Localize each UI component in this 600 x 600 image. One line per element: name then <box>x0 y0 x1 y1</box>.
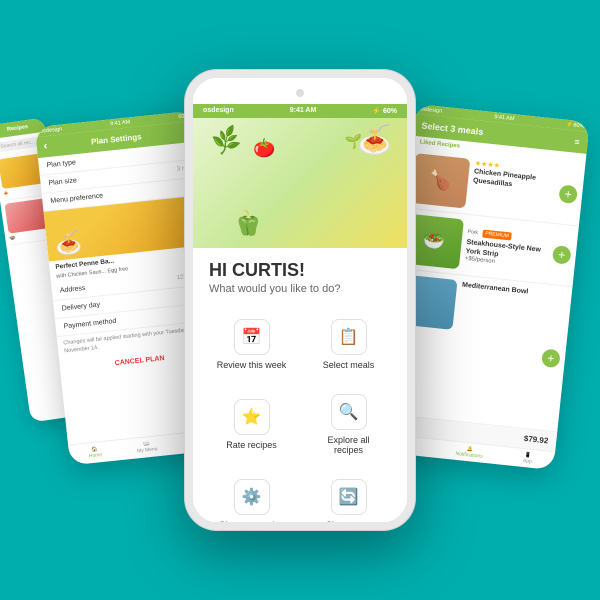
nav-home-small[interactable]: 🏠Home <box>88 446 103 459</box>
review-action[interactable]: 📅 Review this week <box>207 311 296 378</box>
select-icon: 📋 <box>331 319 367 355</box>
meal-name-3: Mediterranean Bowl <box>462 281 545 299</box>
main-carrier: osdesign <box>203 107 234 115</box>
meals-title: Select 3 meals <box>421 121 484 137</box>
nav-menu-small[interactable]: 📖My Menu <box>136 440 158 454</box>
meal-info-2: Pork PREMIUM Steakhouse-Style New York S… <box>464 220 551 278</box>
meal-image-1 <box>410 153 470 208</box>
delivery-label: Change my delivery day <box>312 520 385 522</box>
rate-label: Rate recipes <box>226 440 277 450</box>
meals-time: 9:41 AM <box>494 114 515 122</box>
explore-icon: 🔍 <box>331 394 367 430</box>
meal-info-3: Mediterranean Bowl <box>448 281 544 424</box>
meals-battery: ⚡60% <box>566 122 584 130</box>
greeting-text: HI CURTIS! <box>209 260 391 281</box>
carrier: osdesign <box>40 126 63 134</box>
phone-camera <box>296 89 304 97</box>
radish-icon: 🌿 <box>209 124 244 158</box>
tomato-icon: 🍅 <box>253 138 275 159</box>
actions-grid: 📅 Review this week 📋 Select meals ⭐ Rate… <box>193 303 407 522</box>
time: 9:41 AM <box>110 119 131 127</box>
pork-label: Pork <box>467 229 478 236</box>
phone-notch <box>193 78 407 104</box>
rate-action[interactable]: ⭐ Rate recipes <box>207 386 296 463</box>
pepper-icon: 🫑 <box>233 209 263 238</box>
subtitle-text: What would you like to do? <box>209 283 391 295</box>
nav-app-right[interactable]: 📱App <box>523 452 533 465</box>
review-label: Review this week <box>217 360 287 370</box>
pasta-icon: 🍝 <box>357 123 392 156</box>
add-meal-2-button[interactable]: + <box>552 245 572 265</box>
main-time: 9:41 AM <box>290 107 317 115</box>
meal-info-1: ★★★★ Chicken Pineapple Quesadillas <box>470 159 557 217</box>
hero-text-area: HI CURTIS! What would you like to do? <box>193 248 407 303</box>
rate-icon: ⭐ <box>234 399 270 435</box>
add-meal-1-button[interactable]: + <box>558 184 578 204</box>
delivery-action[interactable]: 🔄 Change my delivery day <box>304 471 393 522</box>
menu-icon-right: ≡ <box>574 137 580 147</box>
add-meal-3-button[interactable]: + <box>541 348 561 368</box>
plan-settings-action[interactable]: ⚙️ Change my plan settings <box>207 471 296 522</box>
nav-notif-right[interactable]: 🔔Notifications <box>455 445 483 460</box>
meals-carrier: osdesign <box>420 106 443 114</box>
settings-label: Change my plan settings <box>215 520 288 522</box>
delivery-icon: 🔄 <box>331 479 367 515</box>
select-meals-action[interactable]: 📋 Select meals <box>304 311 393 378</box>
hero-food-area: 🌿 🍝 🫑 🍅 🌱 <box>193 118 407 248</box>
review-icon: 📅 <box>234 319 270 355</box>
explore-label: Explore all recipes <box>312 435 385 455</box>
select-label: Select meals <box>323 360 375 370</box>
main-battery: ⚡ 60% <box>372 107 397 115</box>
main-status-bar: osdesign 9:41 AM ⚡ 60% <box>193 104 407 118</box>
main-phone: osdesign 9:41 AM ⚡ 60% 🌿 🍝 🫑 🍅 🌱 HI CURT… <box>185 70 415 530</box>
settings-icon: ⚙️ <box>234 479 270 515</box>
radish2-icon: 🌱 <box>345 133 362 150</box>
order-price: $79.92 <box>523 434 548 446</box>
premium-badge: PREMIUM <box>482 230 512 241</box>
explore-action[interactable]: 🔍 Explore all recipes <box>304 386 393 463</box>
